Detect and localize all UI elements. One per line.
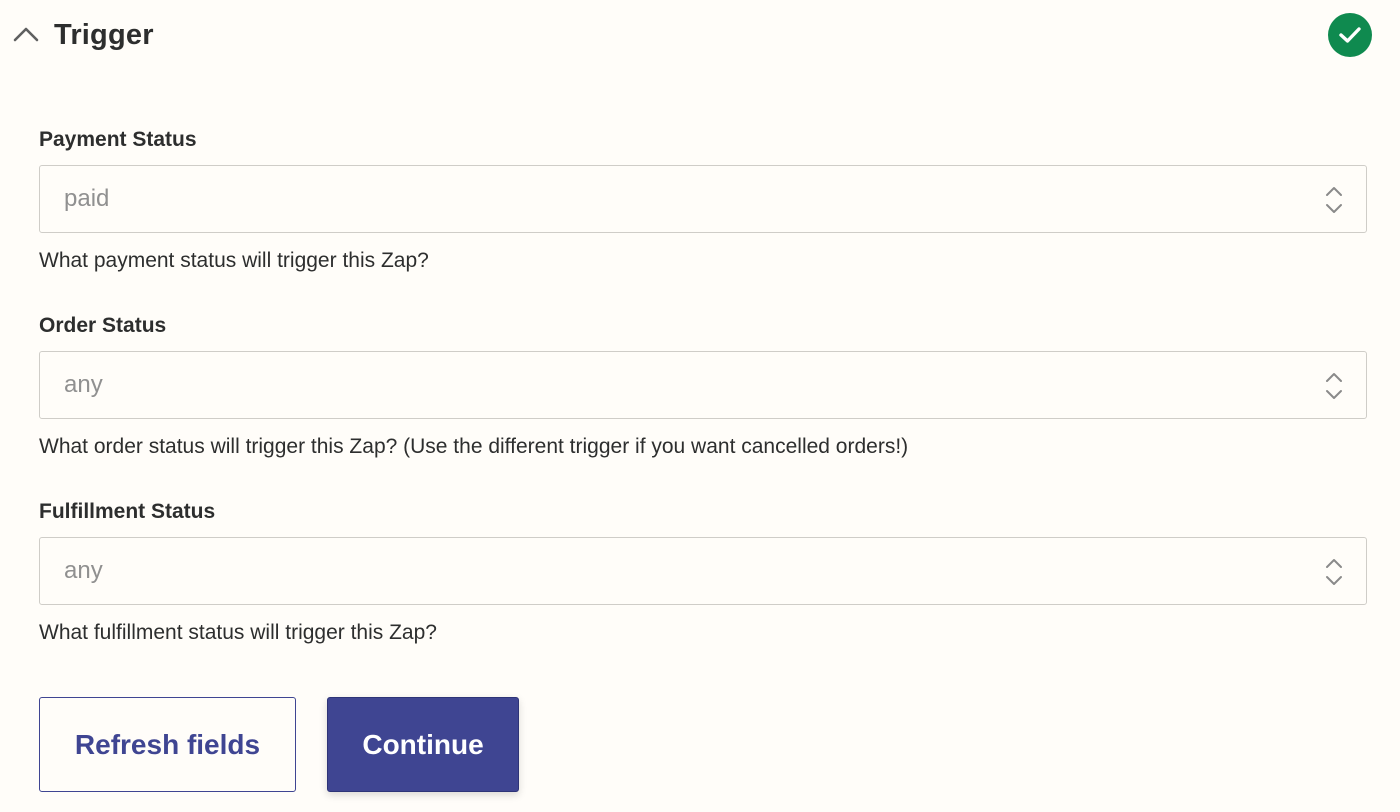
section-title: Trigger: [54, 19, 154, 51]
order-status-field: Order Status any What order status will …: [39, 313, 1367, 461]
payment-status-select[interactable]: paid: [39, 165, 1367, 233]
fulfillment-status-select[interactable]: any: [39, 537, 1367, 605]
select-updown-icon: [1326, 187, 1342, 213]
payment-status-value: paid: [64, 185, 110, 212]
order-status-help: What order status will trigger this Zap?…: [39, 435, 909, 458]
trigger-step-panel: Trigger Payment Status paid What payment…: [0, 0, 1400, 812]
fulfillment-status-value: any: [64, 557, 103, 584]
order-status-label: Order Status: [39, 314, 167, 337]
fulfillment-status-label: Fulfillment Status: [39, 500, 216, 523]
payment-status-label: Payment Status: [39, 128, 197, 151]
check-circle-icon: [1328, 13, 1372, 57]
chevron-up-icon[interactable]: [12, 20, 40, 48]
order-status-select[interactable]: any: [39, 351, 1367, 419]
section-header: Trigger: [0, 0, 1400, 70]
payment-status-help: What payment status will trigger this Za…: [39, 249, 429, 272]
refresh-fields-button[interactable]: Refresh fields: [39, 697, 296, 792]
fulfillment-status-help: What fulfillment status will trigger thi…: [39, 621, 437, 644]
continue-button[interactable]: Continue: [327, 697, 519, 792]
fulfillment-status-field: Fulfillment Status any What fulfillment …: [39, 499, 1367, 647]
select-updown-icon: [1326, 559, 1342, 585]
order-status-value: any: [64, 371, 103, 398]
payment-status-field: Payment Status paid What payment status …: [39, 127, 1367, 275]
select-updown-icon: [1326, 373, 1342, 399]
